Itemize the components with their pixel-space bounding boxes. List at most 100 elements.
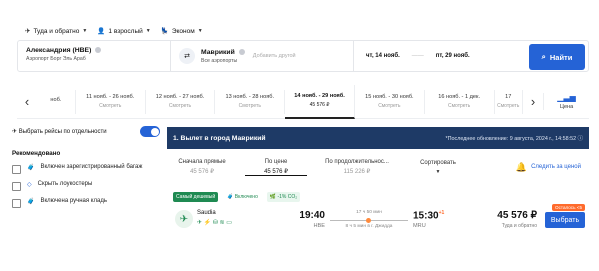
track-label: Следить за ценой (531, 164, 581, 170)
filter-label: Скрыть лоукостеры (37, 181, 93, 187)
departure-code: HBE (313, 223, 325, 229)
find-button[interactable]: ⌕ Найти (529, 44, 585, 70)
passengers-label: 1 взрослый (108, 27, 143, 35)
date-cell[interactable]: 15 нояб. - 30 нояб. Смотреть (355, 89, 425, 114)
cabin-label: Эконом (171, 27, 195, 35)
trip-type-label: Туда и обратно (33, 27, 80, 35)
date-separator: —— (411, 53, 424, 59)
sort-duration-tab[interactable]: По продолжительнос... 115 226 ₽ (315, 159, 399, 175)
date-cell[interactable]: 11 нояб. - 26 нояб. Смотреть (76, 89, 146, 114)
swap-icon[interactable]: ⇄ (179, 48, 195, 64)
cabin-dropdown[interactable]: 💺 Эконом ▼ (160, 27, 203, 36)
suitcase-icon: 🧳 (27, 165, 35, 171)
arrival-code: MRU (413, 223, 426, 230)
chevron-down-icon: ▼ (197, 28, 203, 34)
arrival: 15:30+1 MRU (413, 210, 444, 229)
sort-price-tab[interactable]: По цене 45 576 ₽ (245, 159, 307, 176)
origin-field[interactable]: Александрия (HBE) Аэропорт Борг Эль Араб (18, 41, 171, 71)
recommended-heading: Рекомендовано (12, 150, 61, 157)
cheapest-tag: Самый дешевый (173, 192, 219, 202)
date-from[interactable]: чт, 14 нояб. (366, 53, 400, 59)
chevron-left-icon[interactable]: ‹ (17, 94, 37, 109)
separate-toggle[interactable] (140, 126, 160, 137)
stop-dot (366, 218, 371, 223)
search-form: Александрия (HBE) Аэропорт Борг Эль Араб… (17, 40, 589, 72)
checkbox[interactable] (12, 165, 21, 174)
next-day-badge: +1 (438, 210, 445, 216)
checkbox[interactable] (12, 199, 21, 208)
checkbox[interactable] (12, 182, 21, 191)
seats-left-badge: Осталось <5 (552, 204, 585, 211)
select-button[interactable]: Выбрать (545, 212, 585, 228)
dest-city: Маврикий (201, 48, 235, 56)
price-note: Туда и обратно (501, 223, 537, 229)
plane-icon: ✈ (12, 129, 18, 135)
included-tag: 🧳 Включено (227, 194, 258, 200)
info-icon: ⓘ (577, 136, 583, 142)
chart-icon: ▁▃▅ (557, 93, 576, 102)
price-chart-tab[interactable]: ▁▃▅ Цена (543, 93, 589, 110)
results-header: 1. Вылет в город Маврикий *Последнее обн… (167, 127, 589, 149)
destination-field[interactable]: ⇄ Маврикий Все аэропорты Добавить другой (171, 41, 354, 71)
date-cell[interactable]: 12 нояб. - 27 нояб. Смотреть (146, 89, 216, 114)
find-label: Найти (549, 52, 573, 62)
date-to[interactable]: пт, 29 нояб. (436, 53, 470, 59)
filter-baggage[interactable]: 🧳 Включен зарегистрированный багаж (12, 164, 160, 174)
sort-tabs: Сначала прямые 45 576 ₽ По цене 45 576 ₽ П… (167, 151, 589, 183)
filter-label: Включен зарегистрированный багаж (40, 164, 143, 170)
filters-panel: ✈ Выбрать рейсы по отдельности Рекомендо… (12, 126, 160, 208)
filter-label: Включена ручная кладь (40, 198, 107, 204)
sort-dropdown[interactable]: Сортировать ▼ (407, 160, 469, 175)
flight-tags: Самый дешевый 🧳 Включено 🌿 -1% CO₂ (173, 192, 304, 202)
flight-card[interactable]: Самый дешевый 🧳 Включено 🌿 -1% CO₂ ✈ Sau… (167, 186, 589, 238)
departure: 19:40 HBE (291, 210, 325, 229)
person-icon: 👤 (97, 28, 106, 35)
chevron-down-icon: ▼ (82, 28, 88, 34)
sort-direct-tab[interactable]: Сначала прямые 45 576 ₽ (167, 159, 237, 175)
trip-type-dropdown[interactable]: ✈ Туда и обратно ▼ (25, 27, 88, 36)
filter-lowcost[interactable]: ◇ Скрыть лоукостеры (12, 181, 160, 191)
price-block: 45 576 ₽ Туда и обратно (487, 210, 537, 229)
tag-icon: ◇ (27, 182, 32, 188)
route-line (330, 217, 408, 223)
chevron-down-icon: ▼ (145, 28, 151, 34)
origin-airport: Аэропорт Борг Эль Араб (26, 56, 86, 62)
chevron-right-icon[interactable]: › (523, 94, 543, 109)
duration: 17 ч 50 мин (356, 210, 382, 215)
flight-price: 45 576 ₽ (497, 210, 537, 221)
date-cell[interactable]: ноб. (37, 89, 76, 114)
date-strip: ‹ ноб. 11 нояб. - 26 нояб. Смотреть 12 но… (17, 84, 589, 119)
track-price-button[interactable]: 🔔 Следить за ценой (516, 162, 581, 173)
date-cell[interactable]: 17 Смотреть (495, 89, 524, 114)
updated-text: *Последнее обновление: 9 августа, 2024 г… (445, 136, 583, 142)
date-cell[interactable]: 16 нояб. - 1 дек. Смотреть (425, 89, 495, 114)
flight-route: 17 ч 50 мин 8 ч 5 мин в г. Джидда (330, 210, 408, 229)
search-icon: ⌕ (541, 52, 546, 61)
filter-handluggage[interactable]: 🧳 Включена ручная кладь (12, 198, 160, 208)
airline-info: Saudia ✈ ⚡ ⛁ ≋ ▭ (197, 210, 232, 226)
amenity-icons: ✈ ⚡ ⛁ ≋ ▭ (197, 220, 232, 226)
plane-icon: ✈ (25, 28, 31, 35)
date-cell[interactable]: 13 нояб. - 28 нояб. Смотреть (215, 89, 286, 114)
clear-icon[interactable] (238, 48, 245, 55)
clear-icon[interactable] (95, 47, 102, 54)
stop-info: 8 ч 5 мин в г. Джидда (345, 224, 393, 229)
results-title: 1. Вылет в город Маврикий (173, 134, 266, 142)
separate-flights-row: ✈ Выбрать рейсы по отдельности (12, 126, 160, 137)
add-other-link[interactable]: Добавить другой (253, 53, 296, 59)
departure-time: 19:40 (299, 210, 325, 221)
co2-tag: 🌿 -1% CO₂ (266, 192, 301, 202)
bell-icon: 🔔 (515, 161, 528, 172)
airline-logo: ✈ (175, 210, 193, 228)
date-cell-selected[interactable]: 14 нояб. - 29 нояб. 45 576 ₽ (285, 84, 355, 119)
passengers-dropdown[interactable]: 👤 1 взрослый ▼ (97, 27, 151, 36)
arrival-time: 15:30 (413, 210, 439, 222)
dest-airport: Все аэропорты (201, 57, 238, 64)
separate-label: Выбрать рейсы по отдельности (18, 129, 107, 135)
chevron-down-icon: ▼ (435, 168, 441, 175)
seat-icon: 💺 (160, 28, 169, 35)
bag-icon: 🧳 (27, 199, 35, 205)
airline-name: Saudia (197, 210, 216, 216)
origin-city: Александрия (HBE) (26, 47, 92, 54)
price-tab-label: Цена (559, 104, 574, 110)
